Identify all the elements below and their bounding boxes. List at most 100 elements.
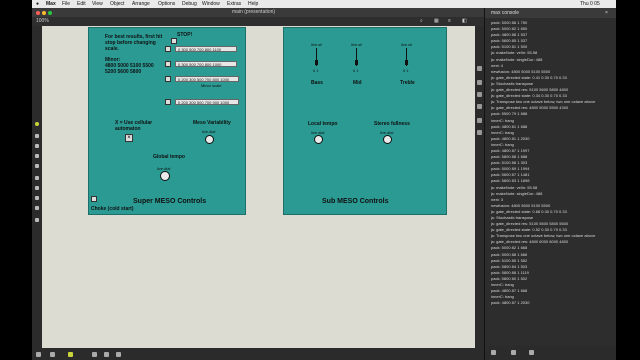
mid-slider-value: 0 1 xyxy=(353,68,359,73)
scale-bang-4[interactable] xyxy=(165,99,171,105)
dial-icon[interactable] xyxy=(35,186,39,190)
cellular-label-line-2: automaton xyxy=(115,126,141,132)
number-icon[interactable] xyxy=(35,196,39,200)
console-line: pack: 4800 87 1 2030 xyxy=(491,300,530,306)
mac-menubar: ● Max File Edit View Object Arrange Opti… xyxy=(32,0,616,8)
status-indicator-icon xyxy=(35,122,39,126)
global-tempo-label: Global tempo xyxy=(153,154,185,160)
object-icon[interactable] xyxy=(35,134,39,138)
zoom-window-icon[interactable] xyxy=(48,11,52,15)
patcher-toolbar: 100% ⌕ ▦ ≡ ◧ xyxy=(32,17,484,26)
window-title: main (presentation) xyxy=(232,9,276,15)
menu-help[interactable]: Help xyxy=(248,0,258,8)
reference-icon[interactable] xyxy=(477,92,482,97)
grid-toggle-icon[interactable] xyxy=(92,352,97,357)
console-log[interactable]: pack: 5000 88 1 750 pack: 5000 82 1 650 pa… xyxy=(491,20,615,306)
inspector-icon[interactable] xyxy=(477,66,482,71)
zoom-level[interactable]: 100% xyxy=(36,17,49,26)
scale-message-1[interactable]: 0 300 500 700 800 1100 xyxy=(175,46,237,52)
treble-slider-value: 0 1 xyxy=(403,68,409,73)
menu-edit[interactable]: Edit xyxy=(77,0,86,8)
treble-label: Treble xyxy=(400,80,415,86)
button-icon[interactable] xyxy=(35,154,39,158)
sidebar-toggle-icon[interactable]: ◧ xyxy=(462,17,467,26)
sub-meso-panel: live.sli 0 1 Bass live.sli 0 1 Mid live.… xyxy=(283,27,447,215)
minor-values-2: 5200 5600 5800 xyxy=(105,69,142,75)
choke-label: Choke (cold start) xyxy=(91,206,134,212)
menu-arrange[interactable]: Arrange xyxy=(132,0,150,8)
close-window-icon[interactable] xyxy=(36,11,40,15)
stereo-fullness-dial[interactable] xyxy=(383,135,392,144)
bass-slider[interactable] xyxy=(315,60,318,65)
message-icon[interactable] xyxy=(35,144,39,148)
right-toolstrip xyxy=(475,26,484,348)
wrench-icon[interactable] xyxy=(116,352,121,357)
super-meso-panel: For best results, first hit stop before … xyxy=(88,27,246,215)
minimize-window-icon[interactable] xyxy=(42,11,46,15)
menu-file[interactable]: File xyxy=(62,0,70,8)
filter-icon[interactable] xyxy=(511,350,516,355)
help-icon[interactable] xyxy=(477,80,482,85)
close-icon[interactable]: × xyxy=(605,8,608,18)
scale-bang-3[interactable] xyxy=(165,76,171,82)
local-tempo-label: Local tempo xyxy=(308,121,338,127)
grid-icon[interactable]: ▦ xyxy=(434,17,439,26)
list-icon[interactable]: ≡ xyxy=(448,17,451,26)
meso-variability-dial[interactable] xyxy=(205,135,214,144)
cellular-toggle[interactable]: × xyxy=(125,134,133,142)
screen: ● Max File Edit View Object Arrange Opti… xyxy=(32,0,616,360)
best-results-note: For best results, first hit stop before … xyxy=(105,34,165,52)
menu-window[interactable]: Window xyxy=(202,0,220,8)
cellular-label: X = Use cellular automaton xyxy=(115,120,152,132)
search-icon[interactable] xyxy=(529,350,534,355)
menubar-clock: Thu 0 05 xyxy=(580,1,600,7)
sub-meso-title: Sub MESO Controls xyxy=(322,198,389,205)
console-bottombar xyxy=(485,346,616,360)
lock-icon[interactable] xyxy=(36,352,41,357)
scale-bang-2[interactable] xyxy=(165,61,171,67)
menu-object[interactable]: Object xyxy=(110,0,124,8)
mid-label: Mid xyxy=(353,80,362,86)
snap-icon[interactable] xyxy=(104,352,109,357)
patcher-canvas[interactable]: For best results, first hit stop before … xyxy=(42,26,475,348)
minor-scale-label: Minor scale xyxy=(201,83,222,88)
local-tempo-dial[interactable] xyxy=(314,135,323,144)
super-meso-title: Super MESO Controls xyxy=(133,198,207,205)
menu-max[interactable]: Max xyxy=(46,0,56,8)
mid-slider[interactable] xyxy=(355,60,358,65)
search-icon[interactable]: ⌕ xyxy=(420,17,423,26)
clear-console-icon[interactable] xyxy=(491,350,496,355)
console-titlebar: max console × xyxy=(485,8,616,18)
menu-options[interactable]: Options xyxy=(158,0,175,8)
global-tempo-dial[interactable] xyxy=(160,171,170,181)
bass-slider-value: 0 1 xyxy=(313,68,319,73)
apple-icon[interactable]: ● xyxy=(36,0,39,8)
treble-slider[interactable] xyxy=(405,60,408,65)
file-browser-icon[interactable] xyxy=(477,130,482,135)
choke-toggle[interactable] xyxy=(91,196,97,202)
patcher-bottombar xyxy=(32,348,484,360)
comment-icon[interactable] xyxy=(68,352,73,357)
presentation-icon[interactable] xyxy=(50,352,55,357)
scale-bang-1[interactable] xyxy=(165,46,171,52)
console-title: max console xyxy=(491,10,520,16)
stop-label: STOP! xyxy=(177,32,193,38)
window-titlebar: main (presentation) xyxy=(32,8,484,17)
toggle-icon[interactable] xyxy=(35,164,39,168)
menu-extras[interactable]: Extras xyxy=(227,0,241,8)
console-icon[interactable] xyxy=(477,104,482,109)
left-toolstrip xyxy=(32,26,42,348)
scale-message-3[interactable]: 0 200 300 500 700 800 1000 xyxy=(175,76,239,82)
scale-message-4[interactable]: 0 200 300 500 700 900 1000 xyxy=(175,99,239,105)
slider-icon[interactable] xyxy=(35,176,39,180)
stop-button[interactable] xyxy=(171,38,177,44)
comment-icon[interactable] xyxy=(35,206,39,210)
menu-debug[interactable]: Debug xyxy=(182,0,197,8)
bass-label: Bass xyxy=(311,80,323,86)
meso-variability-label: Meso Variability xyxy=(193,120,231,126)
scale-message-2[interactable]: 0 300 500 700 800 1000 xyxy=(175,61,237,67)
clue-icon[interactable] xyxy=(477,118,482,123)
max-console: max console × pack: 5000 88 1 750 pack: 5… xyxy=(484,8,616,360)
audio-icon[interactable] xyxy=(35,218,39,222)
menu-view[interactable]: View xyxy=(92,0,103,8)
